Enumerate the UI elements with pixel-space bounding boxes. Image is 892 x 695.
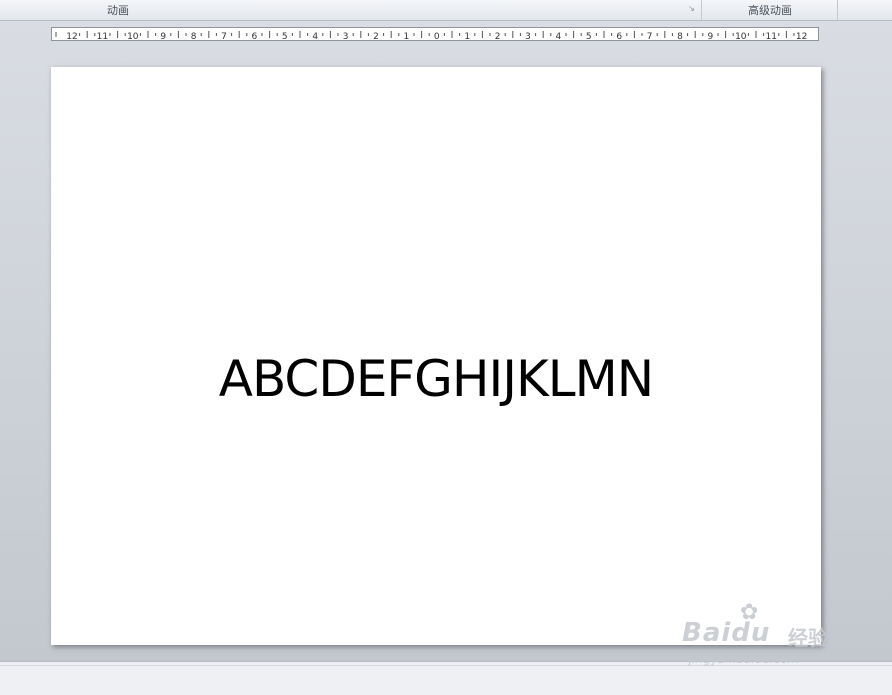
group-label-animation: 动画 [107, 4, 129, 17]
watermark: ✿ Baidu 经验 jingyan.baidu.com [680, 600, 860, 672]
ruler-label: 0 [434, 32, 440, 42]
ruler-label: 2 [373, 32, 379, 42]
ruler-label: 10 [127, 32, 139, 42]
ruler-label: 2 [495, 32, 501, 42]
ruler-label: 4 [556, 32, 562, 42]
ruler-label: 8 [191, 32, 197, 42]
ruler-ticks: 12 11 10 9 8 7 6 5 4 3 2 1 0 1 2 3 4 5 6 7 8 9 10 11 12 [55, 31, 807, 42]
dialog-launcher-icon[interactable]: ↘ [687, 4, 696, 13]
ruler-label: 1 [404, 32, 410, 42]
slide-canvas[interactable]: ABCDEFGHIJKLMN [51, 67, 821, 645]
watermark-url: jingyan.baidu.com [688, 652, 799, 666]
ruler-label: 6 [616, 32, 622, 42]
ruler-label: 5 [282, 32, 288, 42]
ruler-label: 7 [647, 32, 653, 42]
group-separator [701, 0, 702, 20]
horizontal-ruler[interactable]: 12 11 10 9 8 7 6 5 4 3 2 1 0 1 2 3 4 5 6 7 8 9 10 11 12 [51, 27, 819, 42]
group-label-advanced-animation: 高级动画 [748, 4, 792, 17]
ruler-label: 3 [343, 32, 349, 42]
ruler-label: 1 [464, 32, 470, 42]
ruler-label: 5 [586, 32, 592, 42]
slide-text-box[interactable]: ABCDEFGHIJKLMN [51, 354, 821, 404]
ribbon-group-bar: 动画 ↘ 高级动画 [0, 0, 892, 21]
ruler-label: 6 [252, 32, 258, 42]
ruler-label: 11 [765, 32, 776, 42]
ruler-label: 3 [525, 32, 531, 42]
ruler-label: 12 [66, 32, 77, 42]
ruler-label: 9 [160, 32, 166, 42]
watermark-brand-cn: 经验 [788, 626, 828, 650]
ruler-label: 4 [312, 32, 318, 42]
ruler-label: 11 [97, 32, 108, 42]
ruler-label: 8 [677, 32, 683, 42]
group-separator [837, 0, 838, 20]
watermark-brand: Baidu [682, 618, 771, 648]
ruler-label: 9 [708, 32, 714, 42]
ruler-label: 12 [796, 32, 807, 42]
ruler-label: 10 [735, 32, 747, 42]
ruler-label: 7 [221, 32, 227, 42]
